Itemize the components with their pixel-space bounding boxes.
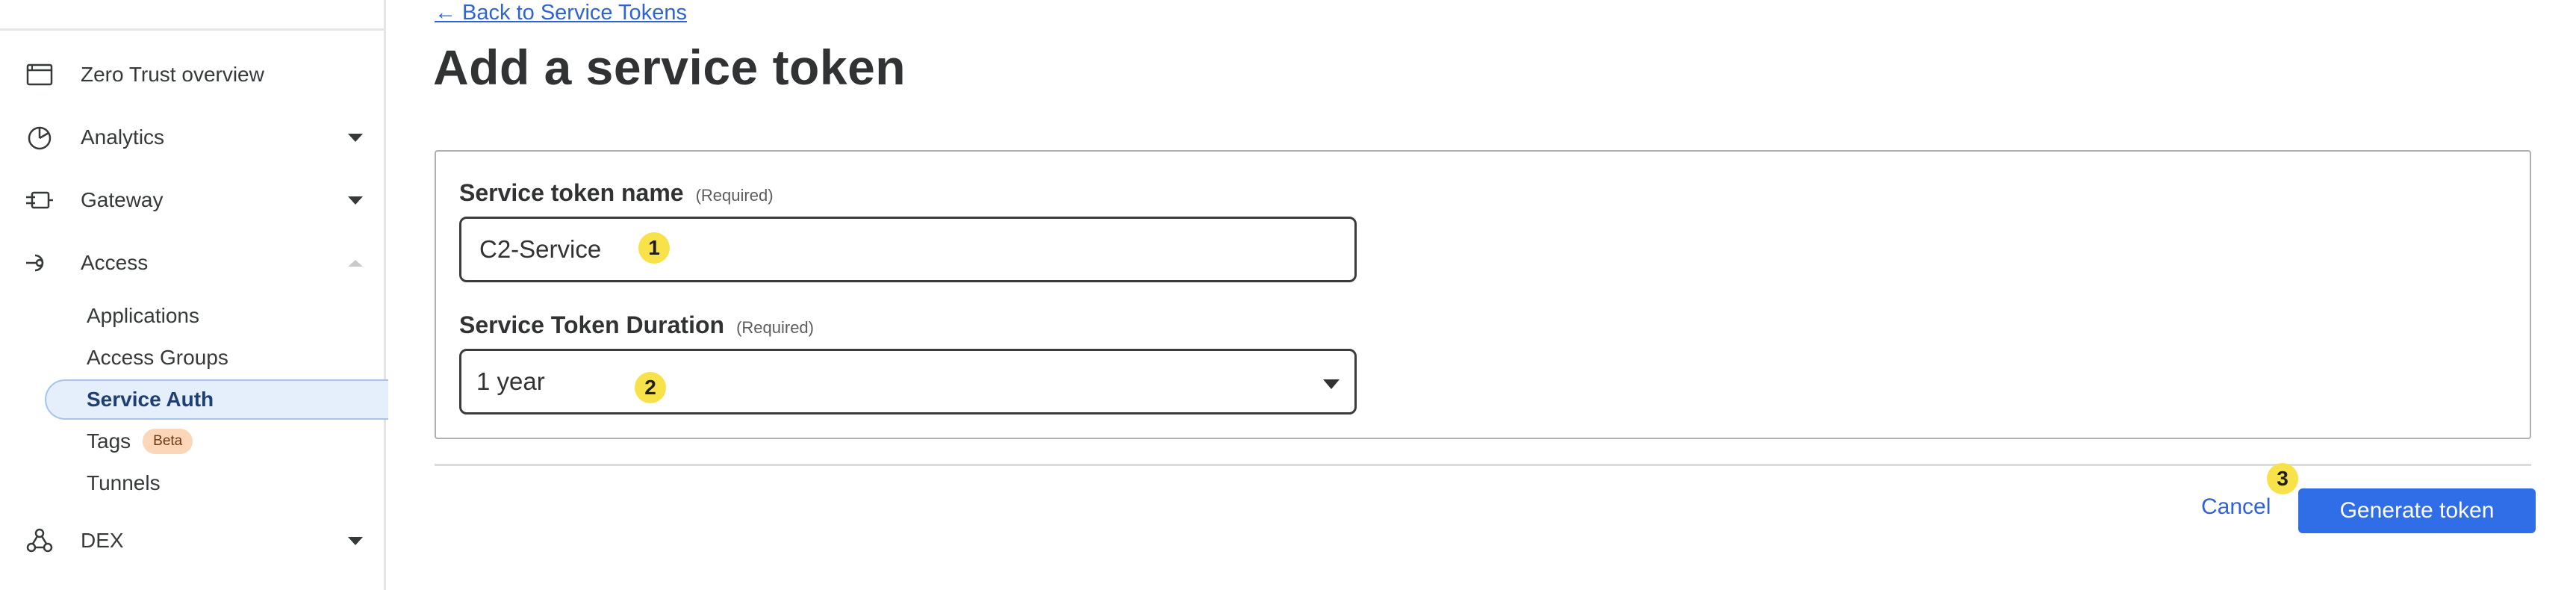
pie-chart-icon (24, 122, 55, 153)
field-label-text: Service Token Duration (459, 311, 725, 338)
sidebar-item-label: Analytics (81, 125, 165, 149)
sidebar-item-label: Access (81, 251, 149, 274)
sidebar-subitem-applications[interactable]: Applications (87, 297, 199, 335)
service-token-name-label: Service token name (Required) (459, 179, 774, 207)
service-token-duration-label: Service Token Duration (Required) (459, 311, 814, 339)
service-token-duration-select[interactable]: 1 year (459, 349, 1357, 414)
page-title: Add a service token (433, 40, 906, 95)
sidebar: Zero Trust overview Analytics Gateway Ac… (0, 0, 388, 590)
sidebar-subitem-label: Tunnels (87, 471, 161, 494)
sidebar-subitem-label: Access Groups (87, 346, 228, 369)
sidebar-item-zero-trust-overview[interactable]: Zero Trust overview (0, 52, 384, 97)
sidebar-item-label: Zero Trust overview (81, 63, 264, 86)
form-divider (435, 464, 2531, 466)
dex-network-icon (24, 525, 55, 556)
step-badge-1: 1 (638, 232, 670, 264)
chevron-down-icon[interactable] (348, 133, 363, 142)
cancel-button[interactable]: Cancel (2201, 494, 2271, 520)
step-badge-3: 3 (2267, 463, 2298, 494)
chevron-down-icon (1323, 379, 1340, 389)
chevron-down-icon[interactable] (348, 196, 363, 205)
browser-window-icon (24, 59, 55, 90)
sidebar-subitem-label: Applications (87, 304, 199, 327)
sidebar-subitem-access-groups[interactable]: Access Groups (87, 339, 228, 376)
sidebar-item-dex[interactable]: DEX (0, 518, 384, 563)
select-value: 1 year (476, 367, 545, 395)
sidebar-item-analytics[interactable]: Analytics (0, 115, 384, 160)
chevron-up-icon[interactable] (348, 259, 363, 267)
sidebar-item-access[interactable]: Access (0, 240, 384, 285)
sidebar-item-label: DEX (81, 529, 124, 552)
step-badge-2: 2 (635, 372, 666, 403)
sidebar-subitem-tags[interactable]: Tags Beta (87, 423, 193, 460)
required-hint: (Required) (736, 318, 814, 337)
gateway-icon (24, 184, 55, 216)
service-token-name-input[interactable]: C2-Service (459, 217, 1357, 282)
beta-badge: Beta (143, 429, 193, 454)
sidebar-divider (0, 28, 384, 31)
sidebar-item-label: Gateway (81, 188, 164, 211)
required-hint: (Required) (695, 186, 774, 205)
input-value: C2-Service (479, 235, 602, 263)
field-label-text: Service token name (459, 179, 684, 206)
sidebar-item-gateway[interactable]: Gateway (0, 178, 384, 223)
sidebar-subitem-label: Tags (87, 429, 131, 453)
access-icon (24, 247, 55, 279)
back-to-service-tokens-link[interactable]: ← Back to Service Tokens (435, 0, 687, 25)
sidebar-subitem-label: Service Auth (87, 388, 214, 411)
chevron-down-icon[interactable] (348, 536, 363, 545)
sidebar-subitem-tunnels[interactable]: Tunnels (87, 465, 161, 502)
generate-token-button[interactable]: Generate token (2298, 488, 2536, 533)
sidebar-subitem-service-auth[interactable]: Service Auth (87, 381, 214, 418)
